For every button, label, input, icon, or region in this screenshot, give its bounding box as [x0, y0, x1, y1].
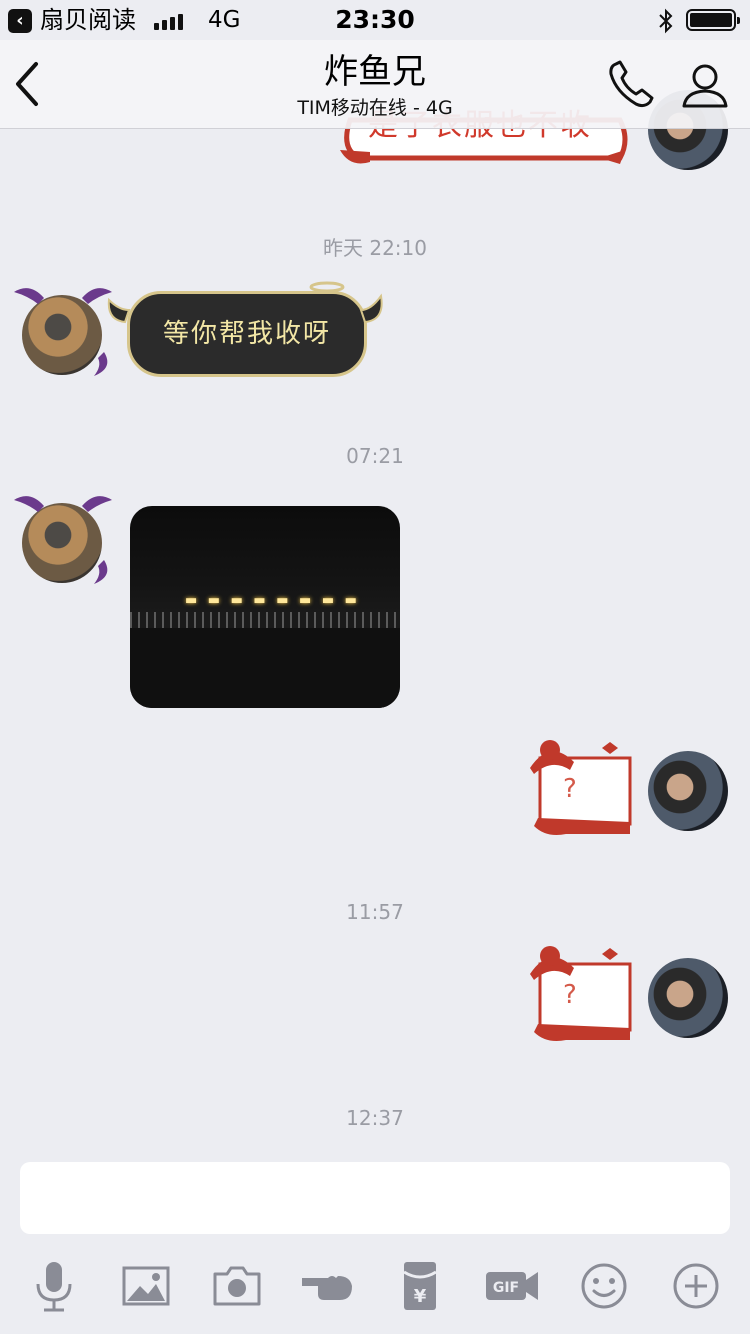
image-ground	[130, 628, 400, 708]
gif-icon[interactable]: GIF	[482, 1256, 542, 1316]
plus-icon[interactable]	[666, 1256, 726, 1316]
timestamp: 11:57	[346, 900, 404, 924]
battery-icon	[686, 9, 740, 31]
svg-text:¥: ¥	[414, 1286, 427, 1307]
input-area: ¥ GIF	[0, 1150, 750, 1334]
poke-icon[interactable]	[298, 1256, 358, 1316]
xmas-sticker-bubble[interactable]	[526, 738, 636, 842]
profile-icon[interactable]	[680, 60, 730, 110]
timestamp: 12:37	[346, 1106, 404, 1130]
status-bar: ‹ 扇贝阅读 4G 23:30	[0, 0, 750, 40]
red-packet-icon[interactable]: ¥	[390, 1256, 450, 1316]
devil-wings-icon	[14, 288, 112, 376]
sticker-question: ?	[563, 774, 577, 804]
timestamp: 昨天 22:10	[323, 236, 427, 260]
timestamp: 07:21	[346, 444, 404, 468]
my-avatar[interactable]	[648, 958, 728, 1038]
image-fence	[130, 612, 400, 628]
microphone-icon[interactable]	[24, 1256, 84, 1316]
angel-wings-icon	[107, 281, 383, 324]
image-message[interactable]: ▬ ▬ ▬ ▬ ▬ ▬ ▬ ▬	[130, 506, 400, 708]
status-time: 23:30	[335, 5, 415, 34]
night-lights: ▬ ▬ ▬ ▬ ▬ ▬ ▬ ▬	[185, 593, 360, 608]
camera-icon[interactable]	[207, 1256, 267, 1316]
devil-wings-icon	[14, 496, 112, 584]
xmas-sticker-bubble[interactable]	[526, 944, 636, 1048]
chat-area[interactable]: 是了衣服也不收 昨天 22:10 等你帮我收呀 07:21 ▬ ▬ ▬ ▬ ▬ …	[0, 0, 750, 1150]
image-icon[interactable]	[116, 1256, 176, 1316]
emoji-icon[interactable]	[574, 1256, 634, 1316]
bluetooth-icon	[659, 8, 673, 34]
phone-call-icon[interactable]	[606, 60, 660, 110]
my-avatar[interactable]	[648, 751, 728, 831]
nav-bar: 炸鱼兄 TIM移动在线 - 4G	[0, 40, 750, 129]
input-toolbar: ¥ GIF	[0, 1256, 750, 1316]
message-input[interactable]	[20, 1162, 730, 1234]
svg-text:GIF: GIF	[493, 1280, 519, 1296]
sticker-question: ?	[563, 980, 577, 1010]
